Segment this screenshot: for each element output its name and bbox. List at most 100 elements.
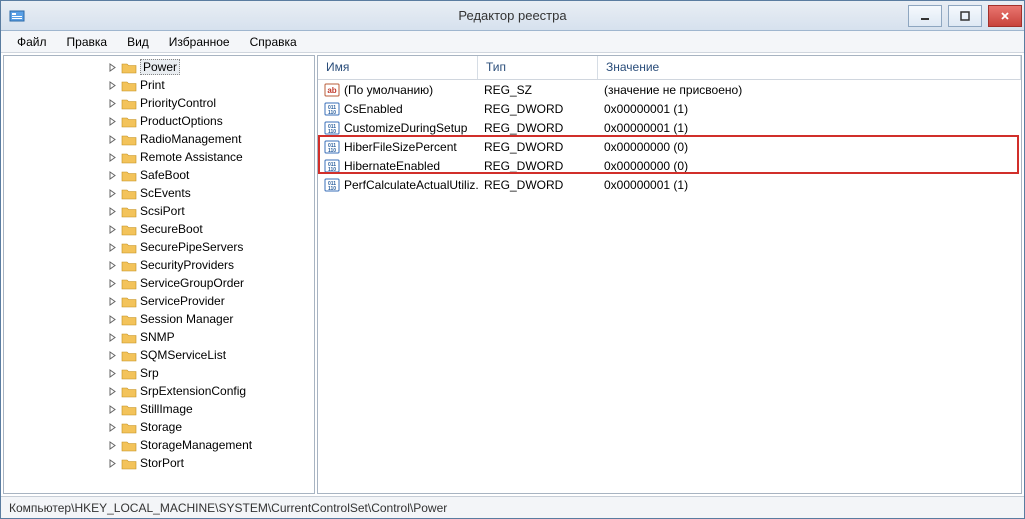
expand-icon[interactable] xyxy=(106,367,118,379)
tree-panel[interactable]: PowerPrintPriorityControlProductOptionsR… xyxy=(3,55,315,494)
folder-icon xyxy=(121,151,137,164)
column-header-type[interactable]: Тип xyxy=(478,56,598,79)
tree-item[interactable]: ServiceProvider xyxy=(104,292,314,310)
expand-icon[interactable] xyxy=(106,259,118,271)
menu-view[interactable]: Вид xyxy=(117,33,159,51)
tree-item[interactable]: Session Manager xyxy=(104,310,314,328)
expand-icon[interactable] xyxy=(106,439,118,451)
folder-icon xyxy=(121,133,137,146)
tree-item-label: ScsiPort xyxy=(140,204,185,218)
tree-item[interactable]: SQMServiceList xyxy=(104,346,314,364)
minimize-button[interactable] xyxy=(908,5,942,27)
expand-icon[interactable] xyxy=(106,313,118,325)
cell-type: REG_DWORD xyxy=(478,102,598,116)
menu-favorites[interactable]: Избранное xyxy=(159,33,240,51)
expand-icon[interactable] xyxy=(106,403,118,415)
expand-icon[interactable] xyxy=(106,223,118,235)
folder-icon xyxy=(121,205,137,218)
tree-item[interactable]: Srp xyxy=(104,364,314,382)
expand-icon[interactable] xyxy=(106,277,118,289)
expand-icon[interactable] xyxy=(106,205,118,217)
expand-icon[interactable] xyxy=(106,349,118,361)
expand-icon[interactable] xyxy=(106,295,118,307)
cell-type: REG_DWORD xyxy=(478,140,598,154)
folder-icon xyxy=(121,79,137,92)
column-header-name[interactable]: Имя xyxy=(318,56,478,79)
window-controls xyxy=(902,5,1022,27)
titlebar[interactable]: Редактор реестра xyxy=(1,1,1024,31)
expand-icon[interactable] xyxy=(106,61,118,73)
menu-help[interactable]: Справка xyxy=(240,33,307,51)
tree-item-label: Storage xyxy=(140,420,182,434)
cell-value: 0x00000000 (0) xyxy=(598,140,1021,154)
cell-value: (значение не присвоено) xyxy=(598,83,1021,97)
tree-item[interactable]: Remote Assistance xyxy=(104,148,314,166)
list-body: (По умолчанию)REG_SZ(значение не присвое… xyxy=(318,80,1021,493)
cell-value: 0x00000001 (1) xyxy=(598,102,1021,116)
tree-item[interactable]: SecurePipeServers xyxy=(104,238,314,256)
list-panel[interactable]: Имя Тип Значение (По умолчанию)REG_SZ(зн… xyxy=(317,55,1022,494)
cell-type: REG_DWORD xyxy=(478,121,598,135)
tree-item[interactable]: Storage xyxy=(104,418,314,436)
tree-item[interactable]: RadioManagement xyxy=(104,130,314,148)
tree-item-label: SecurityProviders xyxy=(140,258,234,272)
cell-name: HiberFileSizePercent xyxy=(318,139,478,155)
list-row[interactable]: (По умолчанию)REG_SZ(значение не присвое… xyxy=(318,81,1021,99)
tree-item[interactable]: Power xyxy=(104,58,314,76)
list-row[interactable]: CustomizeDuringSetupREG_DWORD0x00000001 … xyxy=(318,119,1021,137)
expand-icon[interactable] xyxy=(106,97,118,109)
tree-item-label: Remote Assistance xyxy=(140,150,243,164)
expand-icon[interactable] xyxy=(106,79,118,91)
folder-icon xyxy=(121,385,137,398)
folder-icon xyxy=(121,169,137,182)
close-button[interactable] xyxy=(988,5,1022,27)
tree-item[interactable]: StorPort xyxy=(104,454,314,472)
expand-icon[interactable] xyxy=(106,115,118,127)
expand-icon[interactable] xyxy=(106,187,118,199)
folder-icon xyxy=(121,259,137,272)
tree-item[interactable]: Print xyxy=(104,76,314,94)
folder-icon xyxy=(121,331,137,344)
tree-item[interactable]: SecureBoot xyxy=(104,220,314,238)
list-row[interactable]: HiberFileSizePercent REG_DWORD0x00000000 … xyxy=(318,138,1021,156)
tree-item[interactable]: SafeBoot xyxy=(104,166,314,184)
tree-item[interactable]: ProductOptions xyxy=(104,112,314,130)
tree-item[interactable]: SNMP xyxy=(104,328,314,346)
expand-icon[interactable] xyxy=(106,385,118,397)
tree-item[interactable]: ScEvents xyxy=(104,184,314,202)
tree-item[interactable]: StorageManagement xyxy=(104,436,314,454)
column-header-value[interactable]: Значение xyxy=(598,56,1021,79)
expand-icon[interactable] xyxy=(106,151,118,163)
folder-icon xyxy=(121,277,137,290)
expand-icon[interactable] xyxy=(106,133,118,145)
tree-item[interactable]: ServiceGroupOrder xyxy=(104,274,314,292)
menu-file[interactable]: Файл xyxy=(7,33,57,51)
cell-value: 0x00000001 (1) xyxy=(598,178,1021,192)
tree-item[interactable]: ScsiPort xyxy=(104,202,314,220)
reg-string-icon xyxy=(324,82,340,98)
folder-icon xyxy=(121,313,137,326)
tree-item[interactable]: PriorityControl xyxy=(104,94,314,112)
value-name: HibernateEnabled xyxy=(344,159,440,173)
tree-item[interactable]: SecurityProviders xyxy=(104,256,314,274)
list-row[interactable]: HibernateEnabledREG_DWORD0x00000000 (0) xyxy=(318,157,1021,175)
tree-item-label: Srp xyxy=(140,366,159,380)
expand-icon[interactable] xyxy=(106,241,118,253)
value-name: HiberFileSizePercent xyxy=(344,140,457,154)
list-row[interactable]: PerfCalculateActualUtiliz...REG_DWORD0x0… xyxy=(318,176,1021,194)
expand-icon[interactable] xyxy=(106,421,118,433)
statusbar: Компьютер\HKEY_LOCAL_MACHINE\SYSTEM\Curr… xyxy=(1,496,1024,518)
list-row[interactable]: CsEnabled REG_DWORD0x00000001 (1) xyxy=(318,100,1021,118)
expand-icon[interactable] xyxy=(106,169,118,181)
tree-item[interactable]: StillImage xyxy=(104,400,314,418)
expand-icon[interactable] xyxy=(106,457,118,469)
window-title: Редактор реестра xyxy=(1,8,1024,23)
maximize-button[interactable] xyxy=(948,5,982,27)
menu-edit[interactable]: Правка xyxy=(57,33,118,51)
folder-icon xyxy=(121,439,137,452)
registry-tree: PowerPrintPriorityControlProductOptionsR… xyxy=(4,56,314,474)
reg-dword-icon xyxy=(324,177,340,193)
expand-icon[interactable] xyxy=(106,331,118,343)
value-name: CsEnabled xyxy=(344,102,403,116)
tree-item[interactable]: SrpExtensionConfig xyxy=(104,382,314,400)
